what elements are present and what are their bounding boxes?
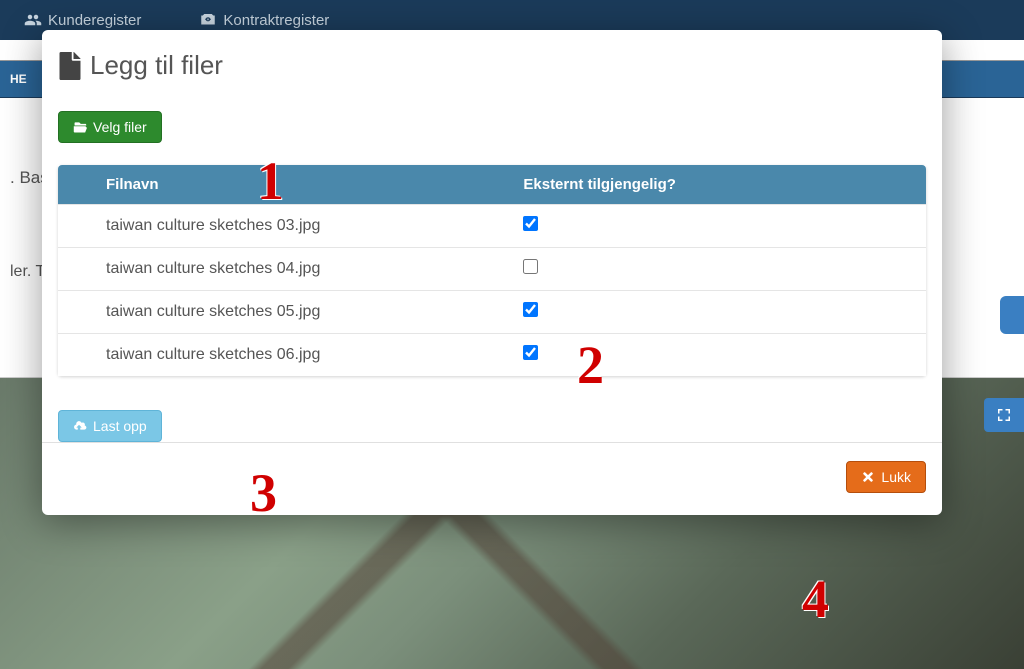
modal-footer: Lukk: [42, 442, 942, 515]
file-name-cell: taiwan culture sketches 05.jpg: [58, 291, 509, 334]
file-name-cell: taiwan culture sketches 03.jpg: [58, 205, 509, 248]
table-row: taiwan culture sketches 03.jpg: [58, 205, 926, 248]
external-checkbox[interactable]: [523, 302, 538, 317]
folder-open-icon: [73, 120, 87, 134]
external-checkbox[interactable]: [523, 216, 538, 231]
col-filename: Filnavn: [58, 165, 509, 205]
file-icon: [58, 52, 82, 80]
select-files-button[interactable]: Velg filer: [58, 111, 162, 143]
button-label: Velg filer: [93, 119, 147, 135]
table-row: taiwan culture sketches 04.jpg: [58, 248, 926, 291]
file-name-cell: taiwan culture sketches 06.jpg: [58, 334, 509, 377]
files-panel: Filnavn Eksternt tilgjengelig? taiwan cu…: [58, 165, 926, 376]
button-label: Last opp: [93, 418, 147, 434]
table-row: taiwan culture sketches 05.jpg: [58, 291, 926, 334]
table-row: taiwan culture sketches 06.jpg: [58, 334, 926, 377]
close-button[interactable]: Lukk: [846, 461, 926, 493]
add-files-modal: Legg til filer Velg filer Filnavn Ekster…: [42, 30, 942, 515]
external-cell: [509, 334, 926, 377]
external-checkbox[interactable]: [523, 345, 538, 360]
external-cell: [509, 248, 926, 291]
modal-title-text: Legg til filer: [90, 50, 223, 81]
button-label: Lukk: [881, 469, 911, 485]
modal-backdrop: Legg til filer Velg filer Filnavn Ekster…: [0, 0, 1024, 669]
files-table: Filnavn Eksternt tilgjengelig? taiwan cu…: [58, 165, 926, 376]
col-external: Eksternt tilgjengelig?: [509, 165, 926, 205]
file-name-cell: taiwan culture sketches 04.jpg: [58, 248, 509, 291]
external-checkbox[interactable]: [523, 259, 538, 274]
modal-title: Legg til filer: [58, 50, 926, 81]
external-cell: [509, 291, 926, 334]
close-icon: [861, 470, 875, 484]
cloud-upload-icon: [73, 419, 87, 433]
external-cell: [509, 205, 926, 248]
upload-button[interactable]: Last opp: [58, 410, 162, 442]
step-annotation-4: 4: [802, 568, 829, 630]
